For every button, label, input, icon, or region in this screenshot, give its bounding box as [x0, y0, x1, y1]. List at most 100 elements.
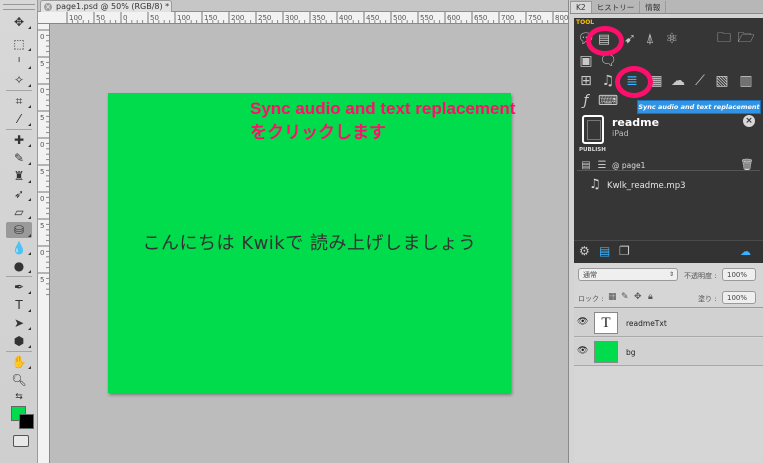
layers-stack-icon[interactable]: ▤ — [599, 244, 610, 258]
pen-tool-icon[interactable]: ✒ — [6, 279, 32, 295]
lock-paint-icon[interactable]: ✎ — [621, 292, 629, 302]
annotation-line-2: をクリックします — [250, 123, 386, 142]
ruler-label: 800 — [555, 14, 568, 22]
background-color-swatch[interactable] — [19, 414, 34, 429]
pen-path-icon[interactable]: ⟋ — [690, 72, 710, 90]
lasso-tool-icon[interactable]: ᑊ — [6, 54, 32, 70]
move-tool-icon[interactable]: ✥ — [6, 14, 32, 30]
ruler-label: 400 — [339, 14, 352, 22]
marquee-tool-icon[interactable]: ⬚ — [6, 36, 32, 52]
canvas-text-layer[interactable]: こんにちは Kwikで 読み上げしましょう — [108, 229, 511, 255]
ruler-label: 0 — [123, 14, 127, 22]
ruler-label: 50 — [150, 14, 159, 22]
document-tab[interactable]: × page1.psd @ 50% (RGB/8) * — [40, 0, 172, 12]
folder-icon[interactable]: 🗁 — [736, 30, 756, 48]
horizontal-ruler-ticks: 100 50 0 50 100 150 200 250 300 350 400 450 500 550 60… — [66, 12, 568, 23]
clone-stamp-tool-icon[interactable]: ♜ — [6, 168, 32, 184]
ruler-label: 700 — [501, 14, 514, 22]
ruler-label: 5 — [40, 222, 44, 230]
atom-icon[interactable]: ⚛ — [662, 30, 682, 48]
ruler-label: 550 — [420, 14, 433, 22]
copy-icon[interactable]: ❐ — [619, 244, 630, 258]
visibility-eye-icon[interactable]: 👁 — [577, 317, 588, 327]
publish-label[interactable]: PUBLISH — [579, 147, 606, 153]
tab-history[interactable]: ヒストリー — [592, 1, 641, 13]
settings-gear-icon[interactable]: ⚙ — [579, 244, 590, 258]
opacity-value: 100% — [727, 270, 748, 279]
ruler-label: 5 — [40, 114, 44, 122]
ruler-label: 50 — [96, 14, 105, 22]
text-layer-thumbnail: T — [594, 312, 618, 334]
brush-tool-icon[interactable]: ✎ — [6, 150, 32, 166]
lock-position-icon[interactable]: ✥ — [634, 292, 642, 302]
shape-tool-icon[interactable]: ⬢ — [6, 333, 32, 349]
sync-tooltip: Sync audio and text replacement — [637, 100, 761, 114]
calculator-icon[interactable]: ▥ — [736, 72, 756, 90]
quick-select-tool-icon[interactable]: ✧ — [6, 72, 32, 88]
cloud-sync-icon[interactable]: ☁ — [740, 245, 751, 258]
ruler-label: 250 — [258, 14, 271, 22]
swap-colors-icon[interactable]: ⇆ — [6, 389, 32, 405]
ruler-label: 0 — [40, 33, 44, 41]
image-icon[interactable]: ▣ — [576, 52, 596, 70]
lock-all-icon[interactable]: 🔒︎ — [648, 292, 653, 302]
quick-mask-icon[interactable] — [13, 435, 29, 447]
k2-toolbar-label: TOOL — [576, 19, 595, 26]
ruler-label: 150 — [204, 14, 217, 22]
cloud-icon[interactable]: ☁ — [668, 72, 688, 90]
layer-name[interactable]: readmeTxt — [626, 319, 667, 328]
ruler-label: 0 — [40, 195, 44, 203]
tools-panel: ✥ ⬚ ᑊ ✧ ⌗ ⁄ ✚ ✎ ♜ ➶ ▱ ⛁ 💧 ● ✒ T ➤ ⬢ ✋ 🔍︎… — [0, 0, 38, 463]
path-select-tool-icon[interactable]: ➤ — [6, 315, 32, 331]
type-tool-icon[interactable]: T — [6, 297, 32, 313]
layer-row-bg[interactable]: 👁 bg — [574, 338, 763, 366]
ruler-label: 100 — [177, 14, 190, 22]
music-note-icon: ♫ — [589, 177, 601, 192]
opacity-input[interactable]: 100% — [722, 268, 756, 281]
chart-icon[interactable]: ▧ — [712, 72, 732, 90]
ruler-label: 300 — [285, 14, 298, 22]
ruler-label: 600 — [447, 14, 460, 22]
ruler-label: 0 — [40, 141, 44, 149]
highlight-ring-sync — [615, 66, 653, 98]
paint-bucket-tool-icon[interactable]: ⛁ — [6, 222, 32, 238]
hand-tool-icon[interactable]: ✋ — [6, 354, 32, 370]
function-icon[interactable]: ƒ — [576, 92, 596, 110]
history-brush-tool-icon[interactable]: ➶ — [6, 186, 32, 202]
fill-input[interactable]: 100% — [722, 291, 756, 304]
page-label: @ page1 — [612, 161, 646, 170]
vertical-ruler[interactable]: 0 5 0 5 0 5 0 5 0 5 — [38, 24, 50, 463]
folder-settings-icon[interactable]: 🗀 — [714, 30, 734, 48]
rocket-icon[interactable]: ⍋ — [640, 30, 660, 48]
blur-tool-icon[interactable]: 💧 — [6, 240, 32, 256]
tab-k2[interactable]: K2 — [570, 1, 592, 13]
healing-brush-tool-icon[interactable]: ✚ — [6, 132, 32, 148]
visibility-eye-icon[interactable]: 👁 — [577, 346, 588, 356]
page-settings-icon[interactable]: ☰ — [592, 156, 612, 174]
layer-row-readmeTxt[interactable]: 👁 T readmeTxt — [574, 309, 763, 337]
panel-grip[interactable] — [3, 4, 35, 10]
tab-info[interactable]: 情報 — [640, 1, 667, 13]
vertical-ruler-ticks: 0 5 0 5 0 5 0 5 0 5 — [38, 29, 49, 296]
ruler-label: 100 — [69, 14, 82, 22]
ruler-label: 500 — [393, 14, 406, 22]
eyedropper-tool-icon[interactable]: ⁄ — [6, 111, 32, 127]
grid-icon[interactable]: ⊞ — [576, 72, 596, 90]
horizontal-ruler[interactable]: 100 50 0 50 100 150 200 250 300 350 400 450 500 550 60… — [38, 12, 568, 24]
tutorial-annotation: Sync audio and text replacement をクリックします — [250, 97, 580, 145]
blend-mode-select[interactable]: 通常 ⇕ — [578, 268, 678, 281]
ipad-icon[interactable] — [582, 115, 604, 144]
dodge-tool-icon[interactable]: ● — [6, 258, 32, 274]
layer-name[interactable]: bg — [626, 348, 636, 357]
crop-tool-icon[interactable]: ⌗ — [6, 93, 32, 109]
publish-title: readme — [612, 116, 660, 129]
zoom-tool-icon[interactable]: 🔍︎ — [6, 372, 32, 388]
eraser-tool-icon[interactable]: ▱ — [6, 204, 32, 220]
document-title: page1.psd @ 50% (RGB/8) * — [56, 2, 170, 11]
panel-tab-bar: K2 ヒストリー 情報 — [570, 0, 763, 14]
keyboard-icon[interactable]: ⌨ — [598, 92, 618, 110]
audio-file-item[interactable]: Kwlk_readme.mp3 — [607, 181, 686, 191]
close-icon[interactable]: × — [743, 115, 755, 127]
lock-transparent-icon[interactable]: ▦ — [608, 292, 617, 302]
close-document-icon[interactable]: × — [44, 2, 52, 11]
